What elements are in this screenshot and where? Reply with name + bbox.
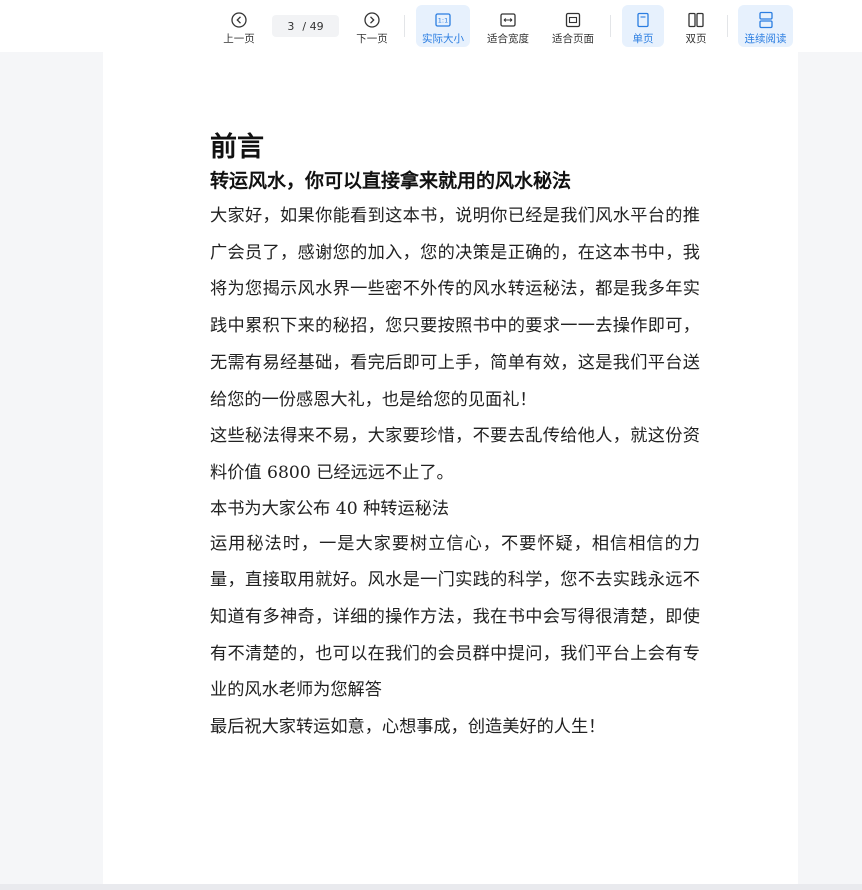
- document-page: 前言 转运风水，你可以直接拿来就用的风水秘法 大家好，如果你能看到这本书，说明你…: [103, 52, 798, 884]
- double-page-label: 双页: [685, 33, 707, 45]
- next-page-button[interactable]: 下一页: [352, 5, 392, 47]
- fit-width-label: 适合宽度: [487, 33, 529, 45]
- actual-size-label: 实际大小: [422, 33, 464, 45]
- actual-size-button[interactable]: 1:1 实际大小: [416, 5, 470, 47]
- continuous-reading-label: 连续阅读: [744, 33, 787, 45]
- paragraph-closing: 最后祝大家转运如意，心想事成，创造美好的人生！: [210, 717, 606, 738]
- single-page-button[interactable]: 单页: [622, 5, 664, 47]
- current-page: 3: [287, 19, 295, 33]
- page-subtitle: 转运风水，你可以直接拿来就用的风水秘法: [210, 170, 572, 192]
- fit-page-icon: [565, 12, 581, 28]
- fit-page-button[interactable]: 适合页面: [546, 5, 600, 47]
- chevron-right-circle-icon: [364, 12, 380, 28]
- reader-toolbar: 上一页 3 / 49 下一页 1:1 实际大小 适合宽度 适合页面 单页 双页 …: [0, 0, 862, 52]
- paragraph-value: 这些秘法得来不易，大家要珍惜，不要去乱传给他人，就这份资料价值 6800 已经远…: [210, 426, 700, 483]
- paragraph-intro: 大家好，如果你能看到这本书，说明你已经是我们风水平台的推广会员了，感谢您的加入，…: [210, 206, 700, 410]
- fit-page-label: 适合页面: [552, 33, 594, 45]
- single-page-icon: [637, 12, 649, 28]
- single-page-label: 单页: [632, 33, 654, 45]
- paragraph-count: 本书为大家公布 40 种转运秘法: [210, 498, 450, 519]
- page-content: 前言 转运风水，你可以直接拿来就用的风水秘法 大家好，如果你能看到这本书，说明你…: [210, 130, 700, 746]
- continuous-reading-button[interactable]: 连续阅读: [738, 5, 793, 47]
- toolbar-divider: [610, 15, 611, 37]
- fit-width-icon: [500, 13, 516, 27]
- bottom-scroll-track: [0, 884, 862, 890]
- actual-size-icon: 1:1: [435, 13, 451, 27]
- fit-width-button[interactable]: 适合宽度: [482, 5, 534, 47]
- toolbar-divider: [727, 15, 728, 37]
- continuous-scroll-icon: [758, 11, 773, 29]
- toolbar-divider: [404, 15, 405, 37]
- page-number-input[interactable]: 3 / 49: [272, 15, 339, 37]
- prev-page-label: 上一页: [223, 33, 255, 45]
- double-page-icon: [688, 12, 704, 28]
- chevron-left-circle-icon: [231, 12, 247, 28]
- next-page-label: 下一页: [356, 33, 388, 45]
- prev-page-button[interactable]: 上一页: [219, 5, 259, 47]
- page-title: 前言: [210, 132, 264, 163]
- document-viewer[interactable]: 前言 转运风水，你可以直接拿来就用的风水秘法 大家好，如果你能看到这本书，说明你…: [0, 52, 862, 884]
- double-page-button[interactable]: 双页: [675, 5, 717, 47]
- paragraph-usage: 运用秘法时，一是大家要树立信心，不要怀疑，相信相信的力量，直接取用就好。风水是一…: [210, 533, 700, 701]
- total-pages: / 49: [302, 19, 324, 33]
- svg-text:1:1: 1:1: [438, 17, 448, 25]
